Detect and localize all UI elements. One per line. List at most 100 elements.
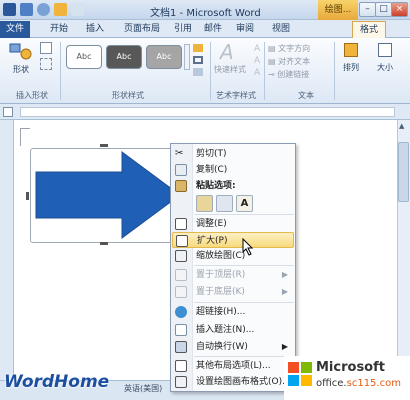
- tab-format[interactable]: 格式: [352, 21, 386, 38]
- size-icon[interactable]: [378, 43, 392, 57]
- paste-keep-source-button[interactable]: [196, 195, 213, 212]
- shape-outline-icon[interactable]: [193, 56, 203, 64]
- canvas-crop-handle[interactable]: [26, 192, 29, 200]
- menu-item-label: 其他布局选项(L)...: [196, 361, 271, 371]
- shape-fill-icon[interactable]: [193, 44, 203, 52]
- open-folder-icon[interactable]: [54, 3, 67, 16]
- menu-item-label: 剪切(T): [196, 149, 227, 159]
- menu-item-format-canvas[interactable]: 设置绘图画布格式(O)...: [172, 374, 294, 390]
- tab-home[interactable]: 开始: [44, 21, 74, 38]
- size-label[interactable]: 大小: [370, 62, 400, 73]
- tab-insert[interactable]: 插入: [80, 21, 110, 38]
- menu-item-hyperlink[interactable]: 超链接(H)...: [172, 304, 294, 320]
- tab-review[interactable]: 审阅: [230, 21, 260, 38]
- arrange-label[interactable]: 排列: [336, 62, 366, 73]
- shape-style-swatch-3[interactable]: Abc: [146, 45, 182, 69]
- paste-icon: [175, 180, 187, 192]
- menu-item-adjust[interactable]: 调整(E): [172, 216, 294, 232]
- arrange-icon[interactable]: [344, 43, 358, 57]
- drawing-tools-contextual-tab[interactable]: 绘图...: [318, 0, 358, 20]
- submenu-arrow-icon: ▶: [281, 342, 288, 351]
- menu-item-label: 设置绘图画布格式(O)...: [196, 377, 291, 387]
- tab-references[interactable]: 引用: [168, 21, 198, 38]
- shapes-label: 形状: [13, 65, 29, 74]
- menu-item-expand[interactable]: 扩大(P): [172, 232, 294, 248]
- shape-style-swatch-1[interactable]: Abc: [66, 45, 102, 69]
- tab-selector-icon[interactable]: [3, 107, 13, 117]
- menu-item-insert-caption[interactable]: 插入题注(N)...: [172, 322, 294, 338]
- microsoft-brand: Microsoft: [316, 360, 385, 375]
- edit-shape-icon[interactable]: [40, 42, 52, 54]
- site-url-prefix: office.: [316, 378, 347, 389]
- canvas-crop-handle[interactable]: [100, 242, 108, 245]
- text-fill-icon: A: [254, 44, 261, 54]
- paste-text-only-button[interactable]: A: [236, 195, 253, 212]
- style-gallery-scroll[interactable]: [184, 44, 190, 70]
- tab-mailings[interactable]: 邮件: [198, 21, 228, 38]
- close-button[interactable]: ×: [391, 2, 408, 17]
- create-link-label: 创建链接: [277, 70, 310, 79]
- canvas-crop-handle[interactable]: [100, 144, 108, 147]
- quick-styles-label[interactable]: 快速样式: [214, 64, 246, 75]
- group-label-insert-shapes: 插入形状: [16, 91, 48, 100]
- shapes-icon: [9, 43, 32, 60]
- margin-corner-mark: [20, 128, 21, 146]
- menu-item-bring-to-front: 置于顶层(R) ▶: [172, 267, 294, 283]
- maximize-button[interactable]: □: [375, 2, 392, 17]
- text-effects-icon: A: [254, 68, 261, 78]
- bring-front-icon: [175, 269, 187, 281]
- group-label-text: 文本: [298, 91, 314, 100]
- window-title: 文档1 - Microsoft Word: [150, 8, 261, 19]
- site-url: office.sc115.com: [316, 378, 401, 389]
- expand-icon: [176, 235, 188, 247]
- menu-item-copy[interactable]: 复制(C): [172, 162, 294, 178]
- menu-item-more-layout-options[interactable]: 其他布局选项(L)...: [172, 358, 294, 374]
- adjust-icon: [175, 218, 187, 230]
- menu-item-label: 粘贴选项:: [196, 181, 236, 191]
- paste-merge-button[interactable]: [216, 195, 233, 212]
- menu-item-label: 调整(E): [196, 219, 227, 229]
- word-app-icon[interactable]: [3, 3, 16, 16]
- scale-drawing-icon: [175, 250, 187, 262]
- align-text-button[interactable]: ▤ 对齐文本: [268, 56, 310, 67]
- format-canvas-icon: [175, 376, 187, 388]
- undo-icon[interactable]: [37, 3, 50, 16]
- text-direction-button[interactable]: ▤ 文字方向: [268, 43, 310, 54]
- text-outline-icon: A: [254, 56, 261, 66]
- draw-textbox-icon[interactable]: [40, 58, 52, 70]
- ruler-scale[interactable]: [20, 107, 395, 117]
- minimize-button[interactable]: –: [359, 2, 376, 17]
- language-indicator[interactable]: 英语(美国): [124, 383, 162, 394]
- create-link-button[interactable]: ⊸ 创建链接: [268, 69, 309, 80]
- menu-item-cut[interactable]: ✂ 剪切(T): [172, 146, 294, 162]
- shape-style-swatch-2[interactable]: Abc: [106, 45, 142, 69]
- tab-page-layout[interactable]: 页面布局: [116, 21, 168, 38]
- menu-item-label: 置于底层(K): [196, 287, 245, 297]
- save-icon[interactable]: [20, 3, 33, 16]
- group-label-art-styles: 艺术字样式: [216, 91, 256, 100]
- send-back-icon: [175, 286, 187, 298]
- shape-effects-icon[interactable]: [193, 68, 203, 76]
- menu-item-label: 置于顶层(R): [196, 270, 246, 280]
- customize-toolbar-icon[interactable]: [71, 3, 84, 16]
- menu-item-scale-drawing[interactable]: 缩放绘图(C): [172, 248, 294, 264]
- menu-separator: [194, 302, 294, 303]
- shapes-gallery-button[interactable]: [8, 42, 34, 62]
- scroll-up-icon[interactable]: ▲: [399, 122, 404, 130]
- tab-view[interactable]: 视图: [266, 21, 296, 38]
- layout-icon: [175, 360, 187, 372]
- site-url-domain: sc115.com: [346, 378, 401, 389]
- text-direction-icon: ▤: [268, 44, 279, 53]
- group-separator: [210, 42, 211, 100]
- scrollbar-thumb[interactable]: [398, 142, 409, 202]
- vertical-ruler: [0, 120, 14, 380]
- tab-file[interactable]: 文件: [0, 21, 30, 38]
- menu-item-label: 复制(C): [196, 165, 228, 175]
- wordart-quick-styles-icon[interactable]: A: [220, 40, 234, 64]
- right-arrow-shape[interactable]: [34, 150, 184, 240]
- menu-item-label: 缩放绘图(C): [196, 251, 246, 261]
- menu-item-text-wrap[interactable]: 自动换行(W) ▶: [172, 339, 294, 355]
- wrap-icon: [175, 341, 187, 353]
- scissors-icon: ✂: [175, 148, 184, 159]
- wordhome-watermark: WordHome: [4, 372, 110, 392]
